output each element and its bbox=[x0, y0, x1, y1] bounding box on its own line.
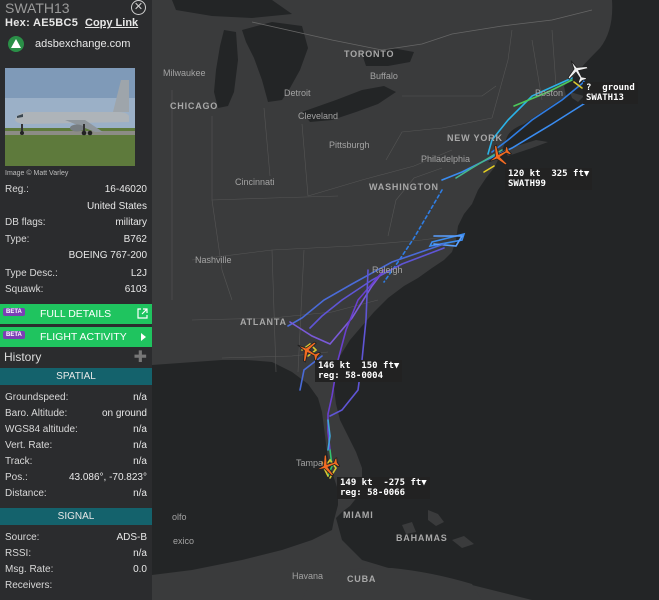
flight-activity-label: FLIGHT ACTIVITY bbox=[40, 331, 127, 343]
map-label: Boston bbox=[535, 88, 564, 98]
spatial-row: Distance: n/a bbox=[5, 488, 147, 499]
map-label: Havana bbox=[292, 571, 324, 581]
signal-row: RSSI: n/a bbox=[5, 548, 147, 559]
map-label: Philadelphia bbox=[421, 154, 471, 164]
aircraft-label-swath99[interactable]: 120 kt 325 ft▼ SWATH99 bbox=[505, 168, 593, 190]
history-label: History bbox=[4, 350, 42, 364]
flight-activity-button[interactable]: BETA FLIGHT ACTIVITY bbox=[0, 327, 152, 347]
map-label: olfo bbox=[172, 512, 187, 522]
hex-code: Hex: AE5BC5 bbox=[5, 17, 78, 29]
aircraft-swath99-icon[interactable] bbox=[486, 143, 512, 169]
aircraft-swath13-icon[interactable] bbox=[564, 58, 590, 84]
map-label: Bahamas bbox=[396, 533, 448, 543]
map-label: Cleveland bbox=[298, 111, 339, 121]
close-icon[interactable]: ✕ bbox=[131, 0, 146, 15]
map-label: Cuba bbox=[347, 574, 377, 584]
history-section-header[interactable]: History ✚ bbox=[0, 347, 152, 367]
aircraft-info-panel: SWATH13 ✕ Hex: AE5BC5 Copy Link adsbexch… bbox=[0, 0, 152, 600]
map-label: Detroit bbox=[284, 88, 311, 98]
adsbexchange-link[interactable]: adsbexchange.com bbox=[8, 35, 148, 53]
map-label: Cincinnati bbox=[235, 177, 275, 187]
full-details-button[interactable]: BETA FULL DETAILS bbox=[0, 304, 152, 324]
map-label: Chicago bbox=[170, 101, 219, 111]
map-label: Atlanta bbox=[240, 317, 287, 327]
signal-section-header: SIGNAL bbox=[0, 508, 152, 525]
detail-row: Type: B762 bbox=[5, 234, 147, 245]
map-view[interactable]: Toronto Milwaukee Buffalo Chicago Detroi… bbox=[152, 0, 659, 600]
spatial-row: WGS84 altitude: n/a bbox=[5, 424, 147, 435]
signal-row: Source: ADS-B bbox=[5, 532, 147, 543]
spatial-row: Pos.: 43.086°, -70.823° bbox=[5, 472, 147, 483]
signal-row: Msg. Rate: 0.0 bbox=[5, 564, 147, 575]
detail-row: Type Desc.: L2J bbox=[5, 268, 147, 279]
hex-value: AE5BC5 bbox=[33, 17, 79, 29]
map-label: Nashville bbox=[195, 255, 232, 265]
detail-row: Squawk: 6103 bbox=[5, 284, 147, 295]
spatial-row: Track: n/a bbox=[5, 456, 147, 467]
spatial-row: Groundspeed: n/a bbox=[5, 392, 147, 403]
spatial-row: Baro. Altitude: on ground bbox=[5, 408, 147, 419]
detail-row: Reg.: 16-46020 bbox=[5, 184, 147, 195]
map-label: Pittsburgh bbox=[329, 140, 370, 150]
hex-label: Hex: bbox=[5, 17, 31, 29]
beta-badge: BETA bbox=[3, 331, 25, 339]
map-label: Washington bbox=[369, 182, 439, 192]
map-label: Miami bbox=[343, 510, 374, 520]
detail-row: United States bbox=[86, 201, 147, 212]
map-label: Toronto bbox=[344, 49, 395, 59]
copy-link[interactable]: Copy Link bbox=[85, 17, 138, 29]
map-label: exico bbox=[173, 536, 195, 546]
photo-credit: Image © Matt Varley bbox=[5, 170, 69, 177]
aircraft-label-swath13[interactable]: ? ground SWATH13 bbox=[583, 82, 638, 104]
aircraft-58-0066-icon[interactable] bbox=[314, 453, 340, 479]
aircraft-label-58-0004[interactable]: 146 kt 150 ft▼ reg: 58-0004 bbox=[315, 360, 403, 382]
spatial-section-header: SPATIAL bbox=[0, 368, 152, 385]
map-label: Buffalo bbox=[370, 71, 398, 81]
map-label: Milwaukee bbox=[163, 68, 206, 78]
signal-row: Receivers: bbox=[5, 580, 53, 591]
plus-icon[interactable]: ✚ bbox=[134, 347, 147, 367]
aircraft-photo[interactable] bbox=[5, 68, 135, 166]
beta-badge: BETA bbox=[3, 308, 25, 316]
map-label: New York bbox=[447, 133, 503, 143]
callsign-title: SWATH13 bbox=[5, 0, 70, 16]
detail-row: DB flags: military bbox=[5, 217, 147, 228]
full-details-label: FULL DETAILS bbox=[40, 308, 112, 320]
adsbx-logo-icon bbox=[8, 36, 24, 52]
spatial-row: Vert. Rate: n/a bbox=[5, 440, 147, 451]
adsbx-url: adsbexchange.com bbox=[35, 38, 131, 50]
external-link-icon bbox=[137, 308, 148, 319]
aircraft-label-58-0066[interactable]: 149 kt -275 ft▼ reg: 58-0066 bbox=[337, 477, 430, 499]
play-arrow-icon bbox=[141, 333, 146, 341]
map-label: Raleigh bbox=[372, 265, 403, 275]
detail-row: BOEING 767-200 bbox=[68, 250, 147, 261]
